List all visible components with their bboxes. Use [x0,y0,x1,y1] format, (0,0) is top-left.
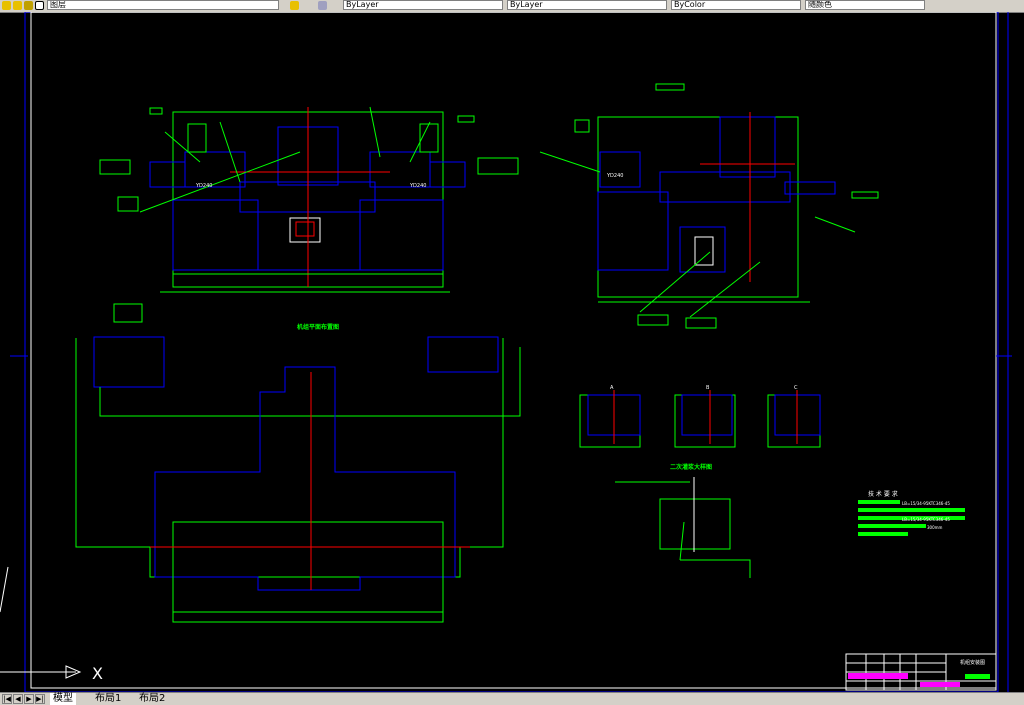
title-block-name: 机组安装图 [960,659,985,666]
pump-label-left: YD240 [195,183,212,189]
ucs-icon [0,566,82,679]
prev-tab-button[interactable]: ◀ [13,694,23,704]
cad-drawing: YD240 YD240 YD240 机组平面布置图 A B C 二次灌浆大样图 … [0,11,1012,693]
layer-previous-icon[interactable] [318,1,327,10]
plotstyle-dropdown[interactable]: ByColor [671,0,801,10]
view-c-label: C [794,385,798,391]
layer-bulb-icon[interactable] [2,1,11,10]
first-tab-button[interactable]: |◀ [2,694,12,704]
make-current-icon[interactable] [290,1,299,10]
view-b-label: B [706,385,710,391]
ucs-x-axis-label: X [92,664,103,683]
tech-line-1: LB=15/34-95KTC346-45 [902,501,950,506]
linetype-dropdown[interactable]: ByLayer [343,0,503,10]
drawing-canvas[interactable]: YD240 YD240 YD240 机组平面布置图 A B C 二次灌浆大样图 … [0,11,1024,693]
pump-label-right: YD240 [409,183,426,189]
layout-tab-bar: |◀ ◀ ▶ ▶| 模型 布局1 布局2 [0,692,1024,705]
layer-color-icon[interactable] [35,1,44,10]
grout-detail-title: 二次灌浆大样图 [670,463,712,471]
layer-sun-icon[interactable] [13,1,22,10]
side-elevation-right [539,83,879,329]
grout-detail [615,477,751,578]
layer-dropdown[interactable]: 图层 [47,0,279,10]
plan-section-title: 机组平面布置图 [297,323,339,331]
layer-lock-icon[interactable] [24,1,33,10]
tab-layout1[interactable]: 布局1 [92,693,124,705]
lineweight-dropdown[interactable]: ByLayer [507,0,667,10]
plan-view [75,303,521,623]
tech-line-2: LB=15/34-95KTC346-45 [902,517,950,522]
last-tab-button[interactable]: ▶| [35,694,45,704]
tech-line-3: 300mm [927,525,943,530]
front-elevation-left [99,106,519,293]
extra-dropdown[interactable]: 随颜色 [805,0,925,10]
tab-layout2[interactable]: 布局2 [136,693,168,705]
tab-model[interactable]: 模型 [50,693,76,705]
next-tab-button[interactable]: ▶ [24,694,34,704]
view-a-label: A [610,385,614,391]
detail-views [579,390,821,448]
pump-label-side: YD240 [606,173,623,179]
tech-requirements-title: 技 术 要 求 [868,490,898,498]
